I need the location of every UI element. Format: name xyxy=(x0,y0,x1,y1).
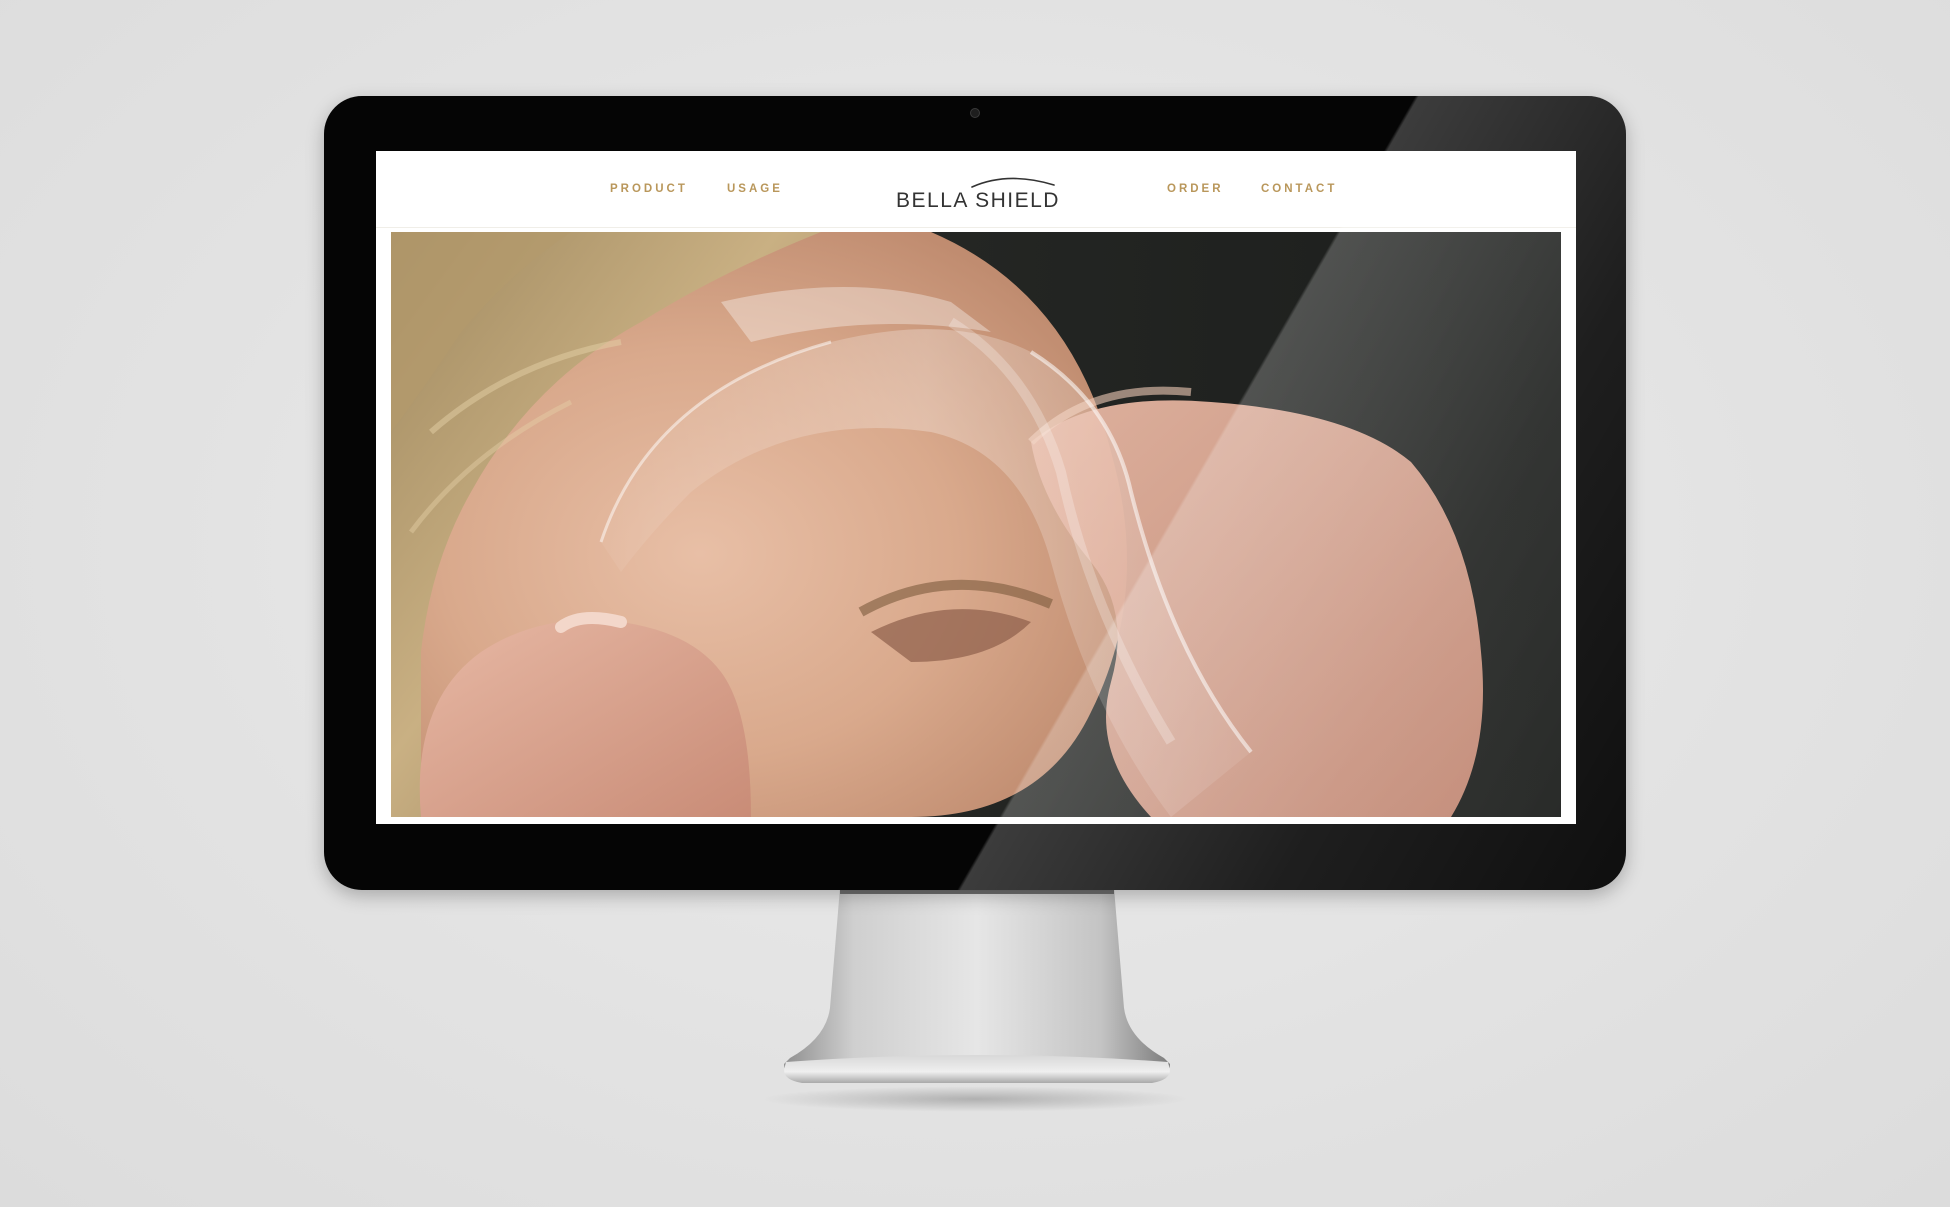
site-header: PRODUCT USAGE BELLA SHIELD ORDER CONTACT xyxy=(376,151,1576,228)
monitor-stand xyxy=(784,888,1170,1083)
monitor-bezel: PRODUCT USAGE BELLA SHIELD ORDER CONTACT xyxy=(324,96,1626,890)
hero-image xyxy=(391,232,1561,817)
hero-photo-face-shield-icon xyxy=(391,232,1561,817)
mockup-stage: PRODUCT USAGE BELLA SHIELD ORDER CONTACT xyxy=(0,0,1950,1207)
brand-logo[interactable]: BELLA SHIELD xyxy=(888,169,1068,213)
brand-name: BELLA SHIELD xyxy=(896,189,1060,212)
nav-contact-link[interactable]: CONTACT xyxy=(1261,183,1337,195)
website-screen: PRODUCT USAGE BELLA SHIELD ORDER CONTACT xyxy=(376,151,1576,824)
webcam-icon xyxy=(970,108,980,118)
nav-usage-link[interactable]: USAGE xyxy=(727,183,783,195)
nav-order-link[interactable]: ORDER xyxy=(1167,183,1224,195)
logo-arc-icon xyxy=(971,177,1055,188)
nav-product-link[interactable]: PRODUCT xyxy=(610,183,688,195)
